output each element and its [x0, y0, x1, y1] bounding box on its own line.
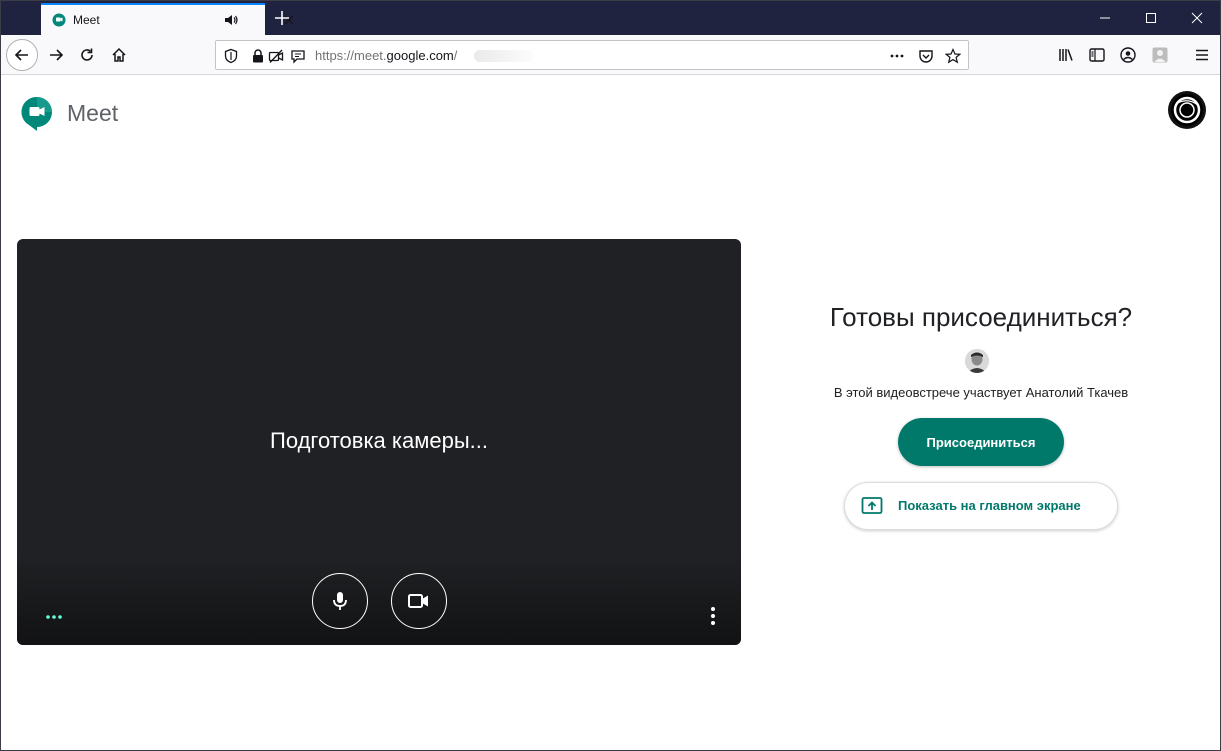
arrow-left-icon [14, 49, 28, 61]
present-icon [861, 497, 883, 514]
url-redacted [474, 50, 534, 62]
present-button[interactable]: Показать на главном экране [844, 482, 1118, 530]
browser-window: Meet https://meet.google.com/ Meet Подго… [0, 0, 1221, 751]
more-vert-icon[interactable] [707, 606, 719, 626]
back-button[interactable] [6, 39, 38, 71]
hamburger-menu-icon [1196, 49, 1208, 61]
url-scheme: https://meet. [315, 48, 387, 63]
url-host: google.com [386, 48, 454, 63]
maximize-button[interactable] [1128, 1, 1174, 35]
avatar-image [1171, 94, 1203, 126]
sidebar-button[interactable] [1082, 40, 1112, 70]
arrow-right-icon [50, 49, 64, 61]
account-icon [1120, 47, 1136, 63]
url-text: https://meet.google.com/ [315, 48, 457, 63]
camera-permission-icon[interactable] [268, 48, 284, 64]
minimize-icon [1100, 17, 1110, 19]
account-button[interactable] [1113, 40, 1143, 70]
reload-icon [81, 48, 93, 61]
participants-text: В этой видеовстрече участвует Анатолий Т… [833, 385, 1129, 400]
close-icon [1191, 12, 1203, 24]
minimize-button[interactable] [1082, 1, 1128, 35]
lock-icon[interactable] [250, 48, 266, 64]
present-label: Показать на главном экране [898, 498, 1081, 513]
participant-photo [965, 349, 989, 373]
forward-button[interactable] [41, 40, 71, 70]
pocket-icon[interactable] [918, 48, 934, 64]
tab-title: Meet [73, 13, 100, 27]
notification-icon[interactable] [290, 48, 306, 64]
library-button[interactable] [1051, 40, 1081, 70]
participant-avatar [965, 349, 989, 373]
account-avatar[interactable] [1168, 91, 1206, 129]
loading-dots-icon [46, 615, 62, 619]
address-bar[interactable]: https://meet.google.com/ [215, 40, 969, 70]
menu-button[interactable] [1187, 40, 1217, 70]
new-tab-icon[interactable] [273, 9, 291, 27]
camera-toggle-button[interactable] [391, 573, 447, 629]
join-button[interactable]: Присоединиться [898, 418, 1064, 466]
extension-icon [1152, 47, 1168, 63]
close-window-button[interactable] [1174, 1, 1220, 35]
home-icon [112, 47, 126, 62]
app-name: Meet [67, 100, 119, 126]
camera-icon [408, 594, 428, 608]
audio-playing-icon[interactable] [224, 14, 238, 26]
url-path: / [453, 48, 458, 63]
camera-preview: Подготовка камеры... [17, 239, 741, 645]
tab-meet[interactable]: Meet [41, 3, 294, 35]
nav-toolbar: https://meet.google.com/ [1, 35, 1220, 75]
ready-title: Готовы присоединиться? [829, 302, 1133, 332]
bookmark-star-icon[interactable] [945, 48, 961, 64]
extension-button[interactable] [1145, 40, 1175, 70]
reload-button[interactable] [72, 40, 102, 70]
home-button[interactable] [104, 40, 134, 70]
maximize-icon [1146, 13, 1156, 23]
meet-favicon-icon [52, 13, 66, 27]
microphone-icon [333, 592, 347, 610]
microphone-toggle-button[interactable] [312, 573, 368, 629]
meet-page: Meet Подготовка камеры... Готовы присоед… [1, 76, 1220, 750]
shield-icon[interactable] [223, 48, 239, 64]
sidebar-icon [1089, 48, 1105, 62]
preview-shade [17, 555, 741, 645]
meet-logo-icon[interactable] [21, 96, 53, 132]
library-icon [1059, 49, 1073, 61]
page-actions-icon[interactable] [889, 48, 905, 64]
camera-status-text: Подготовка камеры... [270, 428, 488, 453]
tab-strip: Meet [1, 1, 1220, 35]
